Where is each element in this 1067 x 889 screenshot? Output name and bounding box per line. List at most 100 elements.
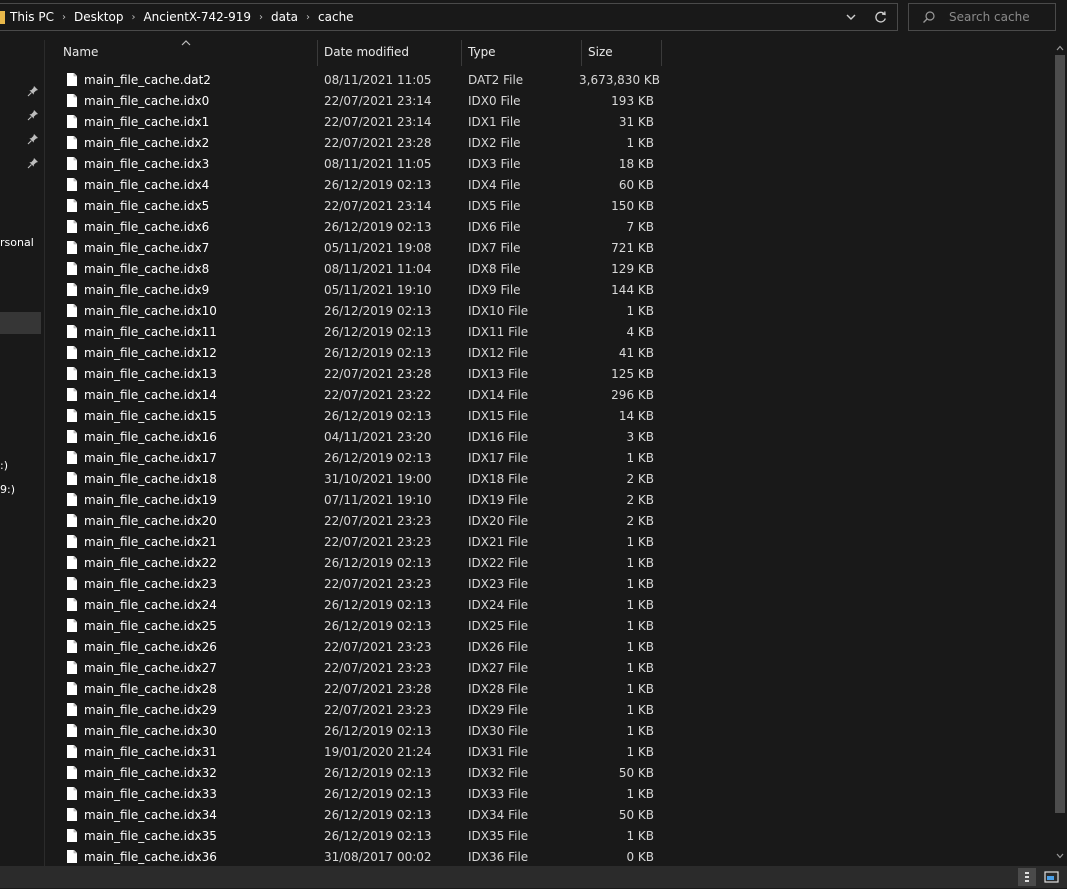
table-row[interactable]: main_file_cache.idx5 22/07/2021 23:14 IDX5… xyxy=(45,196,1053,217)
table-row[interactable]: main_file_cache.idx29 22/07/2021 23:23 IDX… xyxy=(45,700,1053,721)
file-icon xyxy=(66,828,78,843)
table-row[interactable]: main_file_cache.idx22 26/12/2019 02:13 IDX… xyxy=(45,553,1053,574)
nav-item-drive[interactable]: :) xyxy=(0,459,8,472)
file-size: 2 KB xyxy=(626,472,654,486)
scroll-up-icon[interactable] xyxy=(1056,44,1064,52)
file-icon xyxy=(66,639,78,654)
table-row[interactable]: main_file_cache.idx14 22/07/2021 23:22 IDX… xyxy=(45,385,1053,406)
table-row[interactable]: main_file_cache.idx33 26/12/2019 02:13 IDX… xyxy=(45,784,1053,805)
column-header-date[interactable]: Date modified xyxy=(324,40,409,66)
table-row[interactable]: main_file_cache.idx20 22/07/2021 23:23 IDX… xyxy=(45,511,1053,532)
file-icon xyxy=(66,177,78,192)
table-row[interactable]: main_file_cache.idx27 22/07/2021 23:23 IDX… xyxy=(45,658,1053,679)
column-header-size[interactable]: Size xyxy=(588,40,613,66)
table-row[interactable]: main_file_cache.idx1 22/07/2021 23:14 IDX1… xyxy=(45,112,1053,133)
table-row[interactable]: main_file_cache.idx28 22/07/2021 23:28 IDX… xyxy=(45,679,1053,700)
pin-icon[interactable] xyxy=(27,157,39,169)
table-row[interactable]: main_file_cache.idx2 22/07/2021 23:28 IDX2… xyxy=(45,133,1053,154)
table-row[interactable]: main_file_cache.idx30 26/12/2019 02:13 IDX… xyxy=(45,721,1053,742)
breadcrumb-data[interactable]: data xyxy=(271,10,298,24)
column-resize-handle[interactable] xyxy=(581,40,582,66)
file-date-modified: 22/07/2021 23:23 xyxy=(324,535,432,549)
file-icon xyxy=(66,723,78,738)
table-row[interactable]: main_file_cache.idx15 26/12/2019 02:13 IDX… xyxy=(45,406,1053,427)
table-row[interactable]: main_file_cache.idx4 26/12/2019 02:13 IDX4… xyxy=(45,175,1053,196)
file-date-modified: 31/08/2017 00:02 xyxy=(324,850,432,864)
file-icon xyxy=(66,429,78,444)
file-date-modified: 22/07/2021 23:14 xyxy=(324,94,432,108)
table-row[interactable]: main_file_cache.idx6 26/12/2019 02:13 IDX6… xyxy=(45,217,1053,238)
file-size: 1 KB xyxy=(626,577,654,591)
breadcrumb-separator-icon[interactable]: › xyxy=(306,12,310,23)
file-name: main_file_cache.idx17 xyxy=(84,451,217,465)
details-view-button[interactable] xyxy=(1018,868,1036,886)
file-icon xyxy=(66,849,78,864)
column-resize-handle[interactable] xyxy=(461,40,462,66)
vertical-scrollbar[interactable] xyxy=(1053,40,1067,866)
breadcrumb-separator-icon[interactable]: › xyxy=(62,12,66,23)
table-row[interactable]: main_file_cache.idx23 22/07/2021 23:23 IDX… xyxy=(45,574,1053,595)
breadcrumb-separator-icon[interactable]: › xyxy=(259,12,263,23)
breadcrumb-separator-icon[interactable]: › xyxy=(131,12,135,23)
table-row[interactable]: main_file_cache.idx31 19/01/2020 21:24 IDX… xyxy=(45,742,1053,763)
table-row[interactable]: main_file_cache.idx8 08/11/2021 11:04 IDX8… xyxy=(45,259,1053,280)
file-date-modified: 26/12/2019 02:13 xyxy=(324,220,432,234)
table-row[interactable]: main_file_cache.idx17 26/12/2019 02:13 IDX… xyxy=(45,448,1053,469)
table-row[interactable]: main_file_cache.idx35 26/12/2019 02:13 IDX… xyxy=(45,826,1053,847)
file-name: main_file_cache.idx19 xyxy=(84,493,217,507)
column-header-name[interactable]: Name xyxy=(63,40,98,66)
table-row[interactable]: main_file_cache.idx0 22/07/2021 23:14 IDX0… xyxy=(45,91,1053,112)
table-row[interactable]: main_file_cache.dat2 08/11/2021 11:05 DAT2… xyxy=(45,70,1053,91)
breadcrumb-this-pc[interactable]: This PC xyxy=(10,10,54,24)
table-row[interactable]: main_file_cache.idx7 05/11/2021 19:08 IDX7… xyxy=(45,238,1053,259)
file-size: 50 KB xyxy=(618,808,654,822)
pin-icon[interactable] xyxy=(27,85,39,97)
nav-item-selected[interactable] xyxy=(0,312,41,334)
table-row[interactable]: main_file_cache.idx3 08/11/2021 11:05 IDX3… xyxy=(45,154,1053,175)
address-bar[interactable]: This PC › Desktop › AncientX-742-919 › d… xyxy=(0,3,898,31)
file-date-modified: 26/12/2019 02:13 xyxy=(324,598,432,612)
scroll-down-icon[interactable] xyxy=(1056,852,1064,860)
breadcrumb-cache[interactable]: cache xyxy=(318,10,354,24)
table-row[interactable]: main_file_cache.idx32 26/12/2019 02:13 IDX… xyxy=(45,763,1053,784)
file-name: main_file_cache.idx5 xyxy=(84,199,210,213)
breadcrumb-desktop[interactable]: Desktop xyxy=(74,10,124,24)
search-box[interactable] xyxy=(908,3,1056,31)
table-row[interactable]: main_file_cache.idx9 05/11/2021 19:10 IDX9… xyxy=(45,280,1053,301)
table-row[interactable]: main_file_cache.idx11 26/12/2019 02:13 IDX… xyxy=(45,322,1053,343)
table-row[interactable]: main_file_cache.idx16 04/11/2021 23:20 IDX… xyxy=(45,427,1053,448)
file-size: 150 KB xyxy=(611,199,654,213)
table-row[interactable]: main_file_cache.idx13 22/07/2021 23:28 IDX… xyxy=(45,364,1053,385)
scrollbar-thumb[interactable] xyxy=(1055,55,1065,813)
table-row[interactable]: main_file_cache.idx19 07/11/2021 19:10 IDX… xyxy=(45,490,1053,511)
table-row[interactable]: main_file_cache.idx25 26/12/2019 02:13 IDX… xyxy=(45,616,1053,637)
refresh-button[interactable] xyxy=(868,4,892,30)
column-header-type[interactable]: Type xyxy=(468,40,496,66)
file-type: IDX15 File xyxy=(468,409,529,423)
table-row[interactable]: main_file_cache.idx21 22/07/2021 23:23 IDX… xyxy=(45,532,1053,553)
breadcrumb-ancientx[interactable]: AncientX-742-919 xyxy=(143,10,251,24)
file-date-modified: 26/12/2019 02:13 xyxy=(324,409,432,423)
table-row[interactable]: main_file_cache.idx10 26/12/2019 02:13 IDX… xyxy=(45,301,1053,322)
file-name: main_file_cache.idx23 xyxy=(84,577,217,591)
pin-icon[interactable] xyxy=(27,133,39,145)
table-row[interactable]: main_file_cache.idx18 31/10/2021 19:00 IDX… xyxy=(45,469,1053,490)
large-icons-view-button[interactable] xyxy=(1043,868,1061,886)
file-date-modified: 04/11/2021 23:20 xyxy=(324,430,432,444)
file-list: Name Date modified Type Size main_file_c… xyxy=(45,40,1053,866)
table-row[interactable]: main_file_cache.idx36 31/08/2017 00:02 IDX… xyxy=(45,847,1053,866)
column-resize-handle[interactable] xyxy=(317,40,318,66)
table-row[interactable]: main_file_cache.idx34 26/12/2019 02:13 IDX… xyxy=(45,805,1053,826)
nav-item-drive[interactable]: 9:) xyxy=(0,483,15,496)
table-row[interactable]: main_file_cache.idx12 26/12/2019 02:13 IDX… xyxy=(45,343,1053,364)
column-resize-handle[interactable] xyxy=(661,40,662,66)
pin-icon[interactable] xyxy=(27,109,39,121)
search-input[interactable] xyxy=(949,8,1053,26)
nav-item-personal[interactable]: rsonal xyxy=(0,236,34,249)
address-history-button[interactable] xyxy=(839,4,863,30)
file-type: IDX12 File xyxy=(468,346,529,360)
table-row[interactable]: main_file_cache.idx24 26/12/2019 02:13 IDX… xyxy=(45,595,1053,616)
navigation-pane[interactable]: rsonal :) 9:) xyxy=(0,40,41,866)
file-icon xyxy=(66,744,78,759)
table-row[interactable]: main_file_cache.idx26 22/07/2021 23:23 IDX… xyxy=(45,637,1053,658)
